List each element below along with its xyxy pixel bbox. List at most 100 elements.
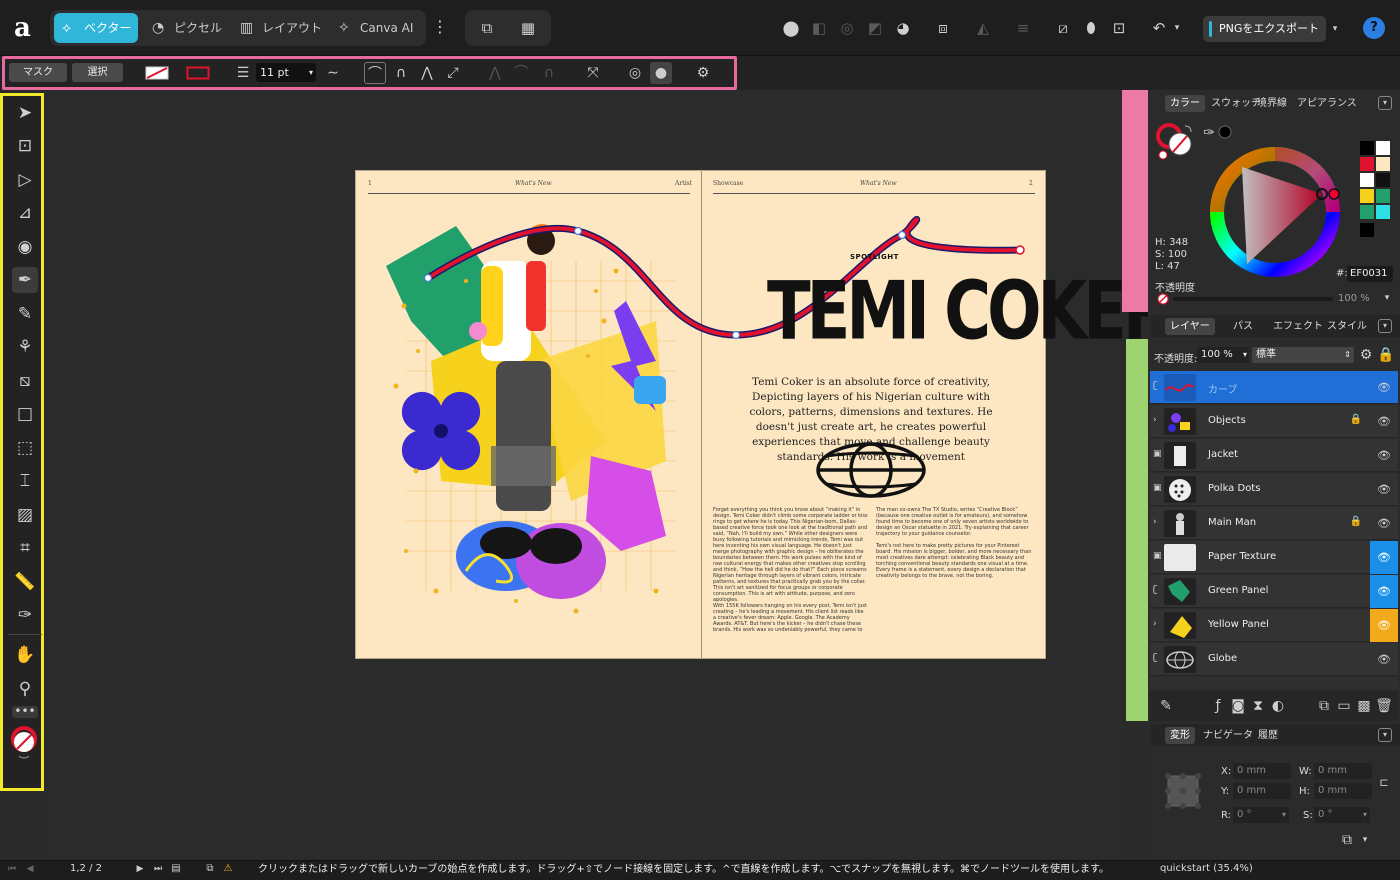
layer-row-main-man[interactable]: › Main Man 🔒 👁 xyxy=(1150,507,1398,540)
checker-icon[interactable]: ▩ xyxy=(1353,695,1375,717)
zoom-indicator[interactable]: quickstart (35.4%) xyxy=(1160,863,1253,874)
persona-canva-ai[interactable]: ✧ Canva AI xyxy=(330,13,422,43)
layer-locked-icon[interactable]: 🔒 xyxy=(1350,414,1362,425)
first-page-icon[interactable]: ⏮ xyxy=(4,860,20,878)
transform-dropdown-icon[interactable]: ▾ xyxy=(1358,829,1372,851)
layer-opacity-field[interactable]: 100 % ▾ xyxy=(1197,347,1249,363)
layer-row-curve[interactable]: ʗ カーブ 👁 xyxy=(1150,371,1398,404)
anchor-selector-icon[interactable] xyxy=(1165,773,1201,809)
rotation-field[interactable]: 0 ° ▾ xyxy=(1233,807,1289,823)
eyedropper-tool-icon[interactable]: ✑ xyxy=(12,602,38,628)
persona-pixel[interactable]: ◔ ピクセル xyxy=(144,13,224,43)
pink-block-shape[interactable] xyxy=(586,456,666,551)
layer-row-polka-dots[interactable]: ▣ Polka Dots 👁 xyxy=(1150,473,1398,506)
move-tool-icon[interactable]: ➤ xyxy=(12,100,38,126)
transform-origin-icon[interactable]: ⧉ xyxy=(1338,829,1356,851)
export-dropdown-icon[interactable]: ▾ xyxy=(1324,18,1346,40)
blend-mode-dropdown-icon[interactable]: ⇕ xyxy=(1344,347,1351,363)
visibility-eye-icon[interactable]: 👁 xyxy=(1370,473,1398,506)
swatch-red[interactable] xyxy=(1360,157,1374,171)
flip-icon[interactable]: ◭ xyxy=(972,17,994,39)
expand-chevron-icon[interactable]: › xyxy=(1153,619,1157,629)
layer-lock-toggle-icon[interactable]: 🔒 xyxy=(1377,344,1394,366)
swatch-black-3[interactable] xyxy=(1360,223,1374,237)
layers-panel-collapse-icon[interactable]: ▾ xyxy=(1378,319,1392,333)
pencil-tool-icon[interactable]: ✎ xyxy=(12,301,38,327)
boolean-xor-icon[interactable]: ◩ xyxy=(864,17,886,39)
tab-effects[interactable]: エフェクト xyxy=(1268,318,1328,335)
blend-mode-select[interactable]: 標準 ⇕ xyxy=(1252,347,1354,363)
color-panel-collapse-icon[interactable]: ▾ xyxy=(1378,96,1392,110)
visibility-eye-icon[interactable]: 👁 xyxy=(1370,371,1398,404)
prev-page-icon[interactable]: ◀ xyxy=(22,860,38,878)
delete-layer-icon[interactable]: 🗑 xyxy=(1373,695,1395,717)
tab-stroke[interactable]: 境界線 xyxy=(1252,95,1292,112)
image-tool-icon[interactable]: ▨ xyxy=(12,502,38,528)
layer-row-yellow-panel[interactable]: › Yellow Panel 👁 xyxy=(1150,609,1398,642)
pen-tool-icon[interactable]: ✒ xyxy=(12,267,38,293)
tab-color[interactable]: カラー xyxy=(1165,95,1205,112)
expand-chevron-icon[interactable]: › xyxy=(1153,517,1157,527)
zoom-tool-icon[interactable]: ⚲ xyxy=(12,676,38,702)
visibility-eye-icon[interactable]: 👁 xyxy=(1370,575,1398,608)
body-column-1b[interactable]: With 155K followers hanging on his every… xyxy=(713,603,868,633)
ai-text-icon[interactable]: ⧉ xyxy=(476,17,498,39)
shape-tool-icon[interactable]: ⬚ xyxy=(12,435,38,461)
layer-opacity-dropdown-icon[interactable]: ▾ xyxy=(1243,347,1247,363)
swatch-black[interactable] xyxy=(1360,141,1374,155)
tab-transform[interactable]: 変形 xyxy=(1165,727,1195,744)
swatch-cyan[interactable] xyxy=(1376,205,1390,219)
body-column-1[interactable]: Forget everything you think you know abo… xyxy=(713,507,868,602)
corner-tool-icon[interactable]: ⊿ xyxy=(12,200,38,226)
adjustment-icon[interactable]: ⧗ xyxy=(1247,695,1269,717)
edit-layer-icon[interactable]: ✎ xyxy=(1155,695,1177,717)
document-icon[interactable]: ▤ xyxy=(168,860,184,878)
more-options-icon[interactable]: ⋮ xyxy=(432,18,448,36)
tab-navigator[interactable]: ナビゲータ xyxy=(1198,727,1258,744)
fill-tool-icon[interactable]: ⧅ xyxy=(12,368,38,394)
opacity-dropdown-icon[interactable]: ▾ xyxy=(1376,290,1398,306)
swatch-white-2[interactable] xyxy=(1360,173,1374,187)
persona-vector[interactable]: ⟡ ベクター xyxy=(54,13,138,43)
vector-brush-icon[interactable]: ⚘ xyxy=(12,334,38,360)
pages-icon[interactable]: ⧉ xyxy=(202,860,218,878)
swatch-green-2[interactable] xyxy=(1360,205,1374,219)
visibility-eye-icon[interactable]: 👁 xyxy=(1370,609,1398,642)
swatch-black-2[interactable] xyxy=(1376,173,1390,187)
expand-chevron-icon[interactable]: › xyxy=(1153,415,1157,425)
more-tools-icon[interactable]: ••• xyxy=(12,705,38,718)
black-swatch-icon[interactable] xyxy=(1218,125,1232,139)
node-snap-icon[interactable]: ⬮ xyxy=(1080,17,1102,39)
artboard-tool-icon[interactable]: ⊡ xyxy=(12,133,38,159)
visibility-eye-icon[interactable]: 👁 xyxy=(1370,405,1398,438)
mask-layer-icon[interactable]: ◙ xyxy=(1227,695,1249,717)
visibility-eye-icon[interactable]: 👁 xyxy=(1370,541,1398,574)
tab-layers[interactable]: レイヤー xyxy=(1165,318,1215,335)
x-field[interactable]: 0 mm xyxy=(1233,763,1291,779)
y-field[interactable]: 0 mm xyxy=(1233,783,1291,799)
layer-row-objects[interactable]: › Objects 🔒 👁 xyxy=(1150,405,1398,438)
align-icon[interactable]: ≡ xyxy=(1012,17,1034,39)
live-filter-icon[interactable]: ◐ xyxy=(1267,695,1289,717)
help-icon[interactable]: ? xyxy=(1363,17,1385,39)
tab-styles[interactable]: スタイル xyxy=(1322,318,1372,335)
globe-icon[interactable] xyxy=(816,442,926,498)
color-picker-icon[interactable]: ✑ xyxy=(1198,122,1220,144)
shear-field[interactable]: 0 ° ▾ xyxy=(1314,807,1370,823)
body-column-2[interactable]: The man co-owns The TX Studio, writes “C… xyxy=(876,507,1034,537)
layer-row-jacket[interactable]: ▣ Jacket 👁 xyxy=(1150,439,1398,472)
visibility-eye-icon[interactable]: 👁 xyxy=(1370,439,1398,472)
grid-view-icon[interactable]: ▦ xyxy=(517,17,539,39)
visibility-eye-icon[interactable]: 👁 xyxy=(1370,507,1398,540)
persona-layout[interactable]: ▥ レイアウト xyxy=(232,13,322,43)
shear-dropdown-icon[interactable]: ▾ xyxy=(1363,807,1367,823)
opacity-slider[interactable] xyxy=(1157,293,1337,305)
w-field[interactable]: 0 mm xyxy=(1314,763,1372,779)
undo-dropdown-icon[interactable]: ▾ xyxy=(1166,17,1188,39)
tab-paths[interactable]: パス xyxy=(1228,318,1258,335)
frame-text-tool-icon[interactable]: ⌶ xyxy=(12,468,38,494)
main-man-legs[interactable] xyxy=(496,361,551,511)
h-field[interactable]: 0 mm xyxy=(1314,783,1372,799)
rectangle-tool-icon[interactable]: □ xyxy=(12,401,38,427)
hand-tool-icon[interactable]: ✋ xyxy=(12,642,38,668)
